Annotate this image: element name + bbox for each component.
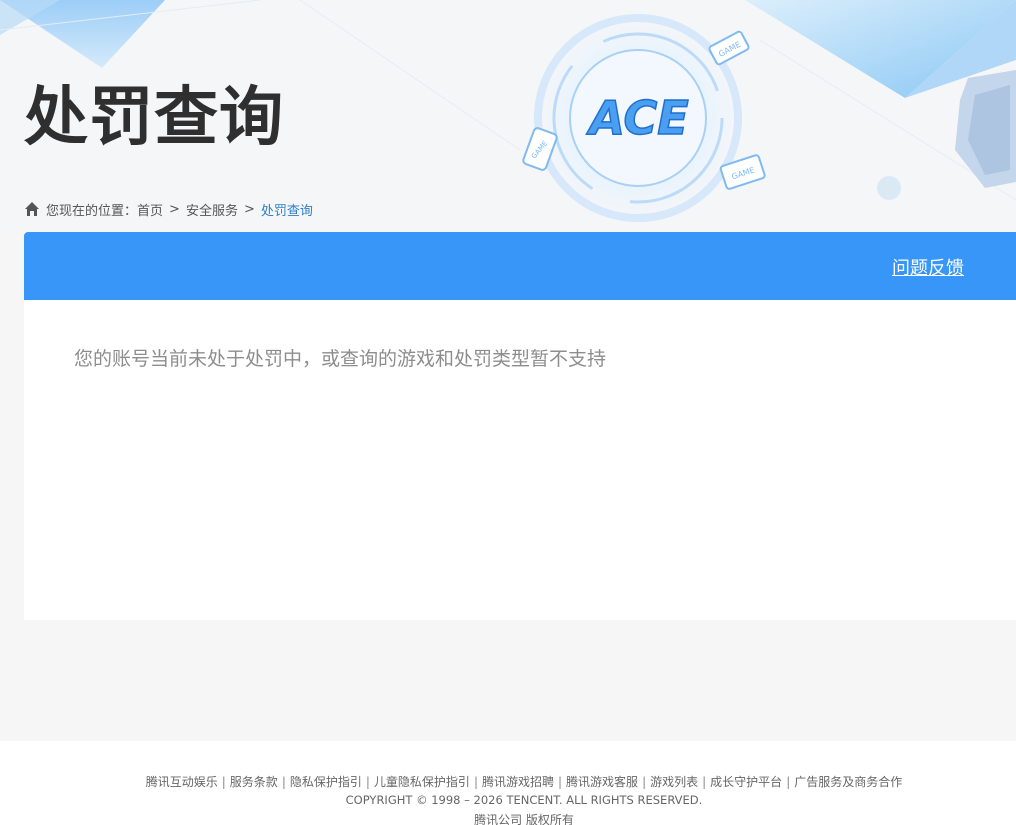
page: GAME GAME GAME ACE 处罚查询 您现在的位置： 首页 > 安全服… [0,0,1016,825]
game-badge-icon: GAME [708,30,750,66]
breadcrumb-security-link[interactable]: 安全服务 [186,200,238,219]
home-icon [25,202,39,216]
svg-text:ACE: ACE [586,91,688,145]
result-panel: 问题反馈 您的账号当前未处于处罚中，或查询的游戏和处罚类型暂不支持 [24,232,1016,620]
footer-link[interactable]: 隐私保护指引 [290,775,362,789]
footer-link[interactable]: 腾讯游戏客服 [566,775,638,789]
footer-separator: | [702,775,707,789]
footer-link[interactable]: 儿童隐私保护指引 [374,775,470,789]
footer-link[interactable]: 广告服务及商务合作 [794,775,902,789]
header-banner: GAME GAME GAME ACE 处罚查询 您现在的位置： 首页 > 安全服… [0,0,1016,232]
breadcrumb: 您现在的位置： 首页 > 安全服务 > 处罚查询 [24,199,313,219]
panel-header: 问题反馈 [24,232,1016,300]
breadcrumb-home-link[interactable]: 首页 [137,200,163,219]
footer-separator: | [221,775,226,789]
feedback-link[interactable]: 问题反馈 [892,254,964,280]
footer-separator: | [281,775,286,789]
footer-separator: | [473,775,478,789]
footer-separator: | [786,775,791,789]
footer-link[interactable]: 成长守护平台 [710,775,782,789]
footer-links: 腾讯互动娱乐 | 服务条款 | 隐私保护指引 | 儿童隐私保护指引 | 腾讯游戏招聘 | 腾讯游戏客… [0,773,1016,790]
game-phone-icon: GAME [522,127,558,171]
breadcrumb-separator: > [243,201,255,217]
footer-separator: | [642,775,647,789]
result-message: 您的账号当前未处于处罚中，或查询的游戏和处罚类型暂不支持 [74,348,607,370]
footer-link[interactable]: 腾讯互动娱乐 [146,775,218,789]
breadcrumb-current: 处罚查询 [260,203,313,219]
footer-link[interactable]: 腾讯游戏招聘 [482,775,554,789]
company-text: 腾讯公司 版权所有 [474,813,574,825]
ace-logo-icon: ACE [586,90,690,146]
footer: 腾讯互动娱乐 | 服务条款 | 隐私保护指引 | 儿童隐私保护指引 | 腾讯游戏招聘 | 腾讯游戏客… [0,741,1016,825]
copyright-text: COPYRIGHT © 1998 – 2026 TENCENT. ALL RIG… [345,793,703,807]
footer-link[interactable]: 服务条款 [230,775,278,789]
footer-separator: | [365,775,370,789]
breadcrumb-prefix: 您现在的位置： [46,203,138,219]
breadcrumb-separator: > [169,201,180,217]
page-title: 处罚查询 [24,81,284,155]
game-card-icon: GAME [719,154,766,190]
footer-separator: | [558,775,563,789]
footer-link[interactable]: 游戏列表 [650,775,698,789]
